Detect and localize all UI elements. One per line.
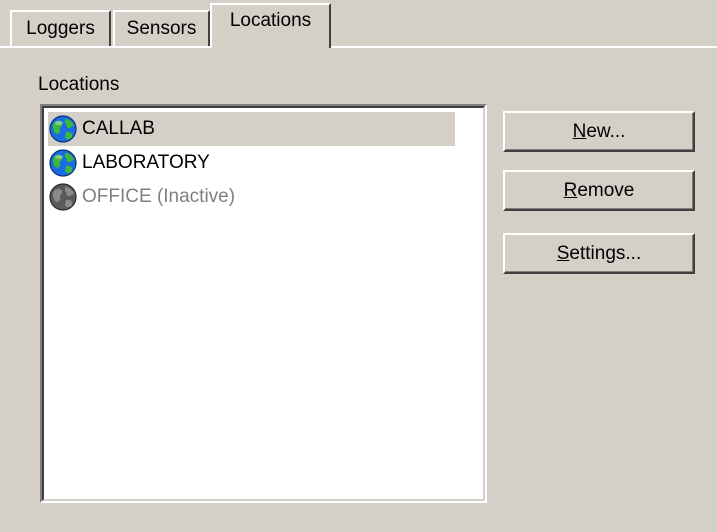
- settings-button-label: ettings...: [569, 242, 642, 264]
- settings-button-mnemonic: S: [556, 242, 570, 264]
- list-item-label: CALLAB: [82, 118, 155, 139]
- tab-divider: [0, 46, 717, 48]
- list-item-laboratory[interactable]: LABORATORY: [48, 146, 455, 180]
- list-item-label: LABORATORY: [82, 152, 210, 173]
- tab-loggers[interactable]: Loggers: [10, 10, 111, 46]
- tab-sensors[interactable]: Sensors: [113, 10, 210, 46]
- new-button[interactable]: New...: [503, 111, 695, 152]
- remove-button-label: emove: [577, 179, 635, 201]
- settings-button[interactable]: Settings...: [503, 233, 695, 274]
- list-item-callab[interactable]: CALLAB: [48, 112, 455, 146]
- tab-locations-label: Locations: [229, 9, 312, 31]
- new-button-mnemonic: N: [572, 120, 587, 142]
- globe-icon: [49, 115, 77, 143]
- globe-icon: [49, 149, 77, 177]
- tab-locations[interactable]: Locations: [210, 3, 331, 48]
- remove-button-mnemonic: R: [563, 179, 578, 201]
- new-button-label: ew...: [586, 120, 626, 142]
- tab-bar: Loggers Sensors Locations: [0, 0, 717, 48]
- list-item-office[interactable]: OFFICE (Inactive): [48, 180, 455, 214]
- locations-listbox[interactable]: CALLAB LABORATORY OFFICE (Inactive): [40, 104, 487, 503]
- list-item-label: OFFICE (Inactive): [82, 186, 236, 207]
- tab-sensors-label: Sensors: [126, 18, 197, 39]
- globe-inactive-icon: [49, 183, 77, 211]
- locations-label: Locations: [38, 74, 120, 95]
- tab-loggers-label: Loggers: [26, 18, 95, 39]
- remove-button[interactable]: Remove: [503, 170, 695, 211]
